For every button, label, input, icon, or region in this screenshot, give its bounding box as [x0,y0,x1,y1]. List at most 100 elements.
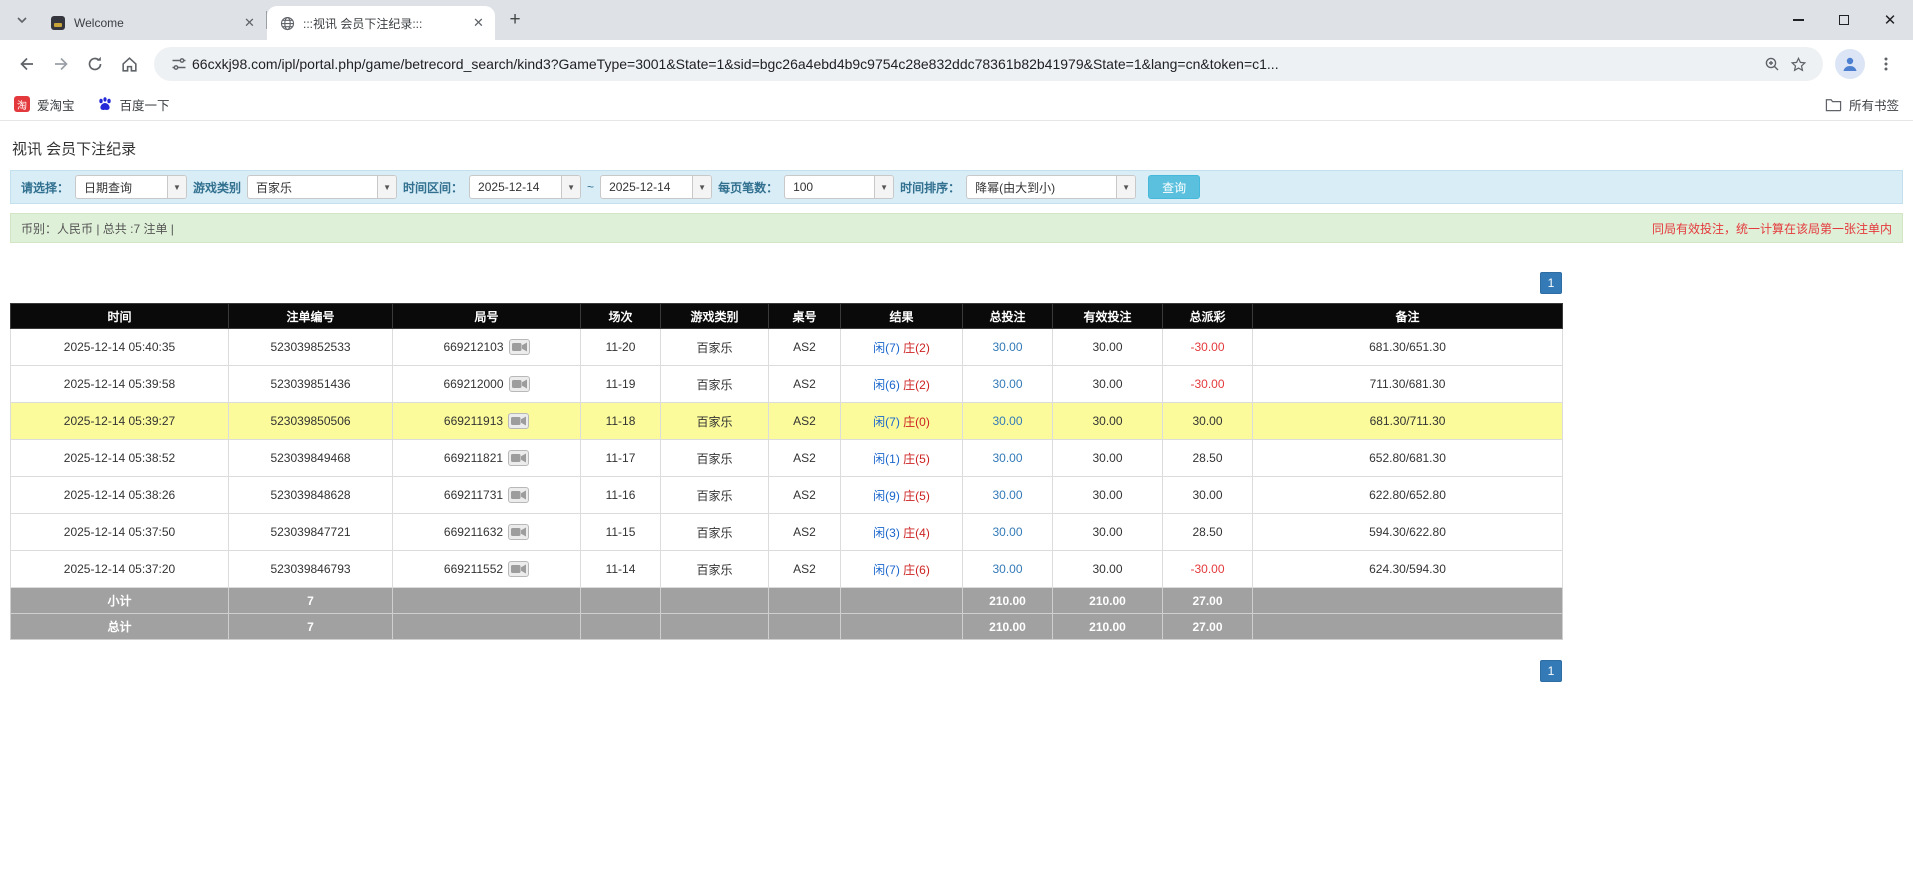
empty-cell [392,613,581,640]
chevron-down-icon[interactable]: ▼ [561,176,581,198]
video-camera-icon[interactable] [508,376,530,392]
column-header-bet-id: 注单编号 [228,303,393,329]
tab-close-icon[interactable]: ✕ [241,15,258,32]
cell-session: 11-15 [580,513,661,551]
cell-note: 624.30/594.30 [1252,550,1563,588]
total-bet-link[interactable]: 30.00 [992,377,1022,391]
back-button[interactable] [10,47,44,81]
cell-round-id: 669211552 [392,550,581,588]
video-camera-icon[interactable] [508,524,530,540]
cell-result: 闲(1) 庄(5) [840,439,963,477]
tab-close-icon[interactable]: ✕ [470,15,487,32]
empty-cell [1252,613,1563,640]
payout-value: -30.00 [1190,562,1225,576]
table-row: 2025-12-14 05:38:52 523039849468 669211821… [10,439,1563,477]
home-button[interactable] [112,47,146,81]
result-player: 闲(3) [873,525,900,540]
video-camera-icon[interactable] [508,413,530,429]
query-type-select[interactable]: 日期查询 ▼ [75,175,188,199]
round-number: 669212000 [443,377,504,391]
maximize-button[interactable] [1821,0,1867,40]
zoom-icon[interactable] [1759,51,1785,77]
empty-cell [768,613,841,640]
payout-value: -30.00 [1190,377,1225,391]
browser-menu-button[interactable] [1869,47,1903,81]
cell-game-type: 百家乐 [660,328,769,366]
total-bet-link[interactable]: 30.00 [992,414,1022,428]
reload-icon [88,56,102,71]
cell-valid-bet: 30.00 [1052,439,1163,477]
result-player: 闲(7) [873,414,900,429]
cell-table-number: AS2 [768,439,841,477]
total-bet-link[interactable]: 30.00 [992,562,1022,576]
all-bookmarks-button[interactable]: 所有书签 [1825,95,1899,114]
sort-select[interactable]: 降幂(由大到小) ▼ [966,175,1137,199]
video-camera-icon[interactable] [508,339,530,355]
cell-bet-id: 523039852533 [228,328,393,366]
video-camera-icon[interactable] [508,450,530,466]
tab-bet-record[interactable]: :::视讯 会员下注纪录::: ✕ [267,6,495,40]
video-camera-icon[interactable] [508,487,530,503]
bookmark-aitaobao[interactable]: 淘 爱淘宝 [14,95,75,114]
profile-person-icon [1843,57,1857,71]
empty-cell [660,587,769,614]
welcome-favicon-icon [50,15,66,31]
column-header-total-bet: 总投注 [962,303,1053,329]
round-number: 669211632 [443,525,504,539]
site-info-icon[interactable] [166,51,192,77]
page-content: 视讯 会员下注纪录 请选择： 日期查询 ▼ 游戏类别 百家乐 ▼ 时间区间： 2… [0,121,1913,682]
result-banker: 庄(5) [903,451,930,466]
tab-welcome[interactable]: Welcome ✕ [38,6,266,40]
new-tab-button[interactable]: + [501,6,529,34]
date-from-select[interactable]: 2025-12-14 ▼ [469,175,582,199]
profile-button[interactable] [1835,49,1865,79]
chevron-down-icon[interactable]: ▼ [1116,176,1136,198]
bookmark-baidu[interactable]: 百度一下 [97,95,170,114]
cell-result: 闲(3) 庄(4) [840,513,963,551]
cell-table-number: AS2 [768,328,841,366]
bookmark-star-icon[interactable] [1785,51,1811,77]
minimize-button[interactable] [1775,0,1821,40]
cell-total-bet: 30.00 [962,439,1053,477]
cell-result: 闲(7) 庄(2) [840,328,963,366]
total-valid-bet: 210.00 [1052,613,1163,640]
total-bet-link[interactable]: 30.00 [992,340,1022,354]
empty-cell [840,613,963,640]
table-row: 2025-12-14 05:38:26 523039848628 669211731… [10,476,1563,514]
game-type-select[interactable]: 百家乐 ▼ [247,175,398,199]
close-icon: ✕ [1883,11,1897,29]
video-camera-icon[interactable] [508,561,530,577]
cell-table-number: AS2 [768,365,841,403]
pagination-bottom: 1 [10,660,1562,682]
forward-button[interactable] [44,47,78,81]
bookmark-label: 爱淘宝 [37,98,75,113]
cell-note: 711.30/681.30 [1252,365,1563,403]
page-number-button[interactable]: 1 [1540,660,1562,682]
chevron-down-icon[interactable]: ▼ [167,176,187,198]
baidu-paw-icon [98,97,111,110]
chevron-down-icon[interactable]: ▼ [692,176,712,198]
page-size-select[interactable]: 100 ▼ [784,175,895,199]
close-button[interactable]: ✕ [1867,0,1913,40]
total-bet-link[interactable]: 30.00 [992,488,1022,502]
reload-button[interactable] [78,47,112,81]
tab-search-button[interactable] [8,6,36,34]
empty-cell [580,587,661,614]
cell-bet-id: 523039851436 [228,365,393,403]
cell-payout: 28.50 [1162,439,1253,477]
total-bet-link[interactable]: 30.00 [992,451,1022,465]
url-text[interactable]: 66cxkj98.com/ipl/portal.php/game/betreco… [192,56,1759,72]
address-bar[interactable]: 66cxkj98.com/ipl/portal.php/game/betreco… [154,47,1823,81]
search-button[interactable]: 查询 [1148,175,1201,199]
cell-payout: -30.00 [1162,365,1253,403]
browser-toolbar: 66cxkj98.com/ipl/portal.php/game/betreco… [0,40,1913,88]
chevron-down-icon[interactable]: ▼ [874,176,894,198]
table-row: 2025-12-14 05:39:58 523039851436 669212000… [10,365,1563,403]
column-header-game: 游戏类别 [660,303,769,329]
chevron-down-icon[interactable]: ▼ [377,176,397,198]
date-to-select[interactable]: 2025-12-14 ▼ [600,175,713,199]
total-bet-link[interactable]: 30.00 [992,525,1022,539]
cell-valid-bet: 30.00 [1052,513,1163,551]
page-number-button[interactable]: 1 [1540,272,1562,294]
cell-valid-bet: 30.00 [1052,550,1163,588]
